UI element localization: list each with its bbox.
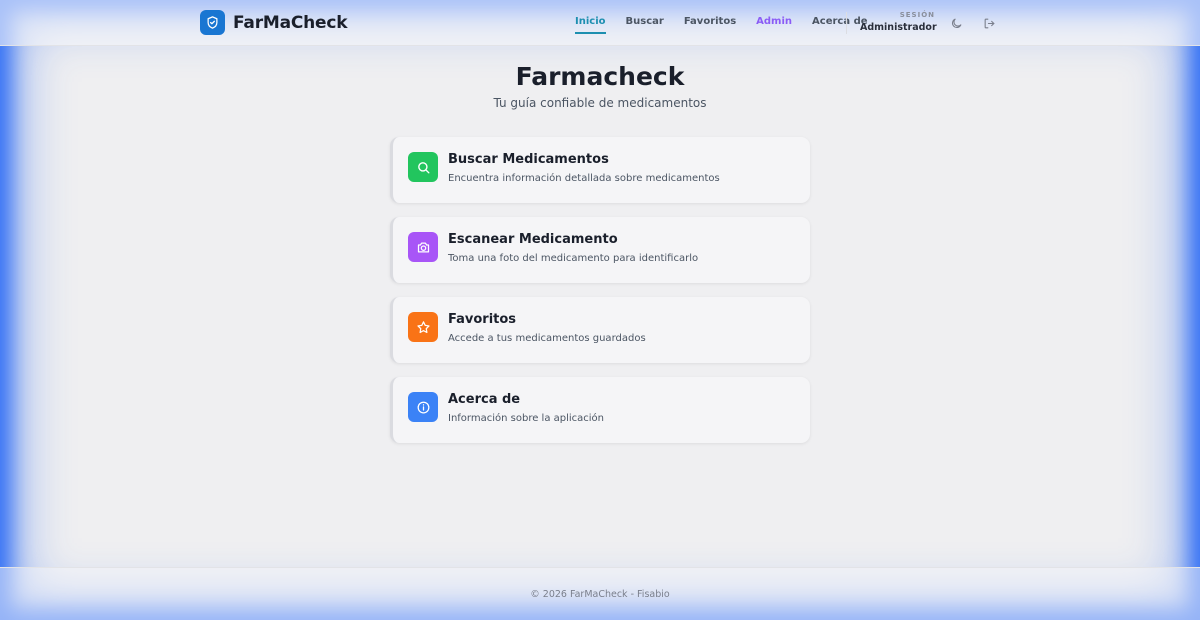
card-acerca-de[interactable]: Acerca de Información sobre la aplicació… [390,377,810,443]
nav-favoritos[interactable]: Favoritos [684,16,736,34]
card-title: Escanear Medicamento [448,232,618,247]
card-title: Buscar Medicamentos [448,152,609,167]
camera-icon [408,232,438,262]
page-title: Farmacheck [515,62,685,91]
nav-admin[interactable]: Admin [756,16,792,34]
search-icon [408,152,438,182]
session-label: SESIÓN [899,11,935,19]
session-info: SESIÓN Administrador [860,11,937,33]
session-user: Administrador [860,22,937,33]
brand-link[interactable]: FarMaCheck [200,10,348,35]
nav-inicio[interactable]: Inicio [575,16,606,34]
card-description: Encuentra información detallada sobre me… [448,173,720,184]
star-icon [408,312,438,342]
theme-toggle-button[interactable] [947,14,965,32]
card-description: Información sobre la aplicación [448,413,605,424]
card-description: Accede a tus medicamentos guardados [448,333,646,344]
brand-name: FarMaCheck [233,12,348,33]
page-footer: © 2026 FarMaCheck - Fisabio [0,567,1200,620]
page-subtitle: Tu guía confiable de medicamentos [493,96,707,110]
moon-icon [951,18,961,28]
shield-check-icon [200,10,225,35]
card-escanear-medicamento[interactable]: Escanear Medicamento Toma una foto del m… [390,217,810,283]
nav-buscar[interactable]: Buscar [626,16,664,34]
card-title: Favoritos [448,312,517,327]
header-divider [846,12,847,34]
card-favoritos[interactable]: Favoritos Accede a tus medicamentos guar… [390,297,810,363]
card-title: Acerca de [448,392,521,407]
top-header: FarMaCheck Inicio Buscar Favoritos Admin… [0,0,1200,46]
main-nav: Inicio Buscar Favoritos Admin Acerca de [575,16,868,34]
card-buscar-medicamentos[interactable]: Buscar Medicamentos Encuentra informació… [390,137,810,203]
app-frame: FarMaCheck Inicio Buscar Favoritos Admin… [0,0,1200,620]
footer-copyright: © 2026 FarMaCheck - Fisabio [530,589,670,600]
card-description: Toma una foto del medicamento para ident… [448,253,699,264]
logout-button[interactable] [980,14,998,32]
logout-icon [984,18,994,28]
info-icon [408,392,438,422]
